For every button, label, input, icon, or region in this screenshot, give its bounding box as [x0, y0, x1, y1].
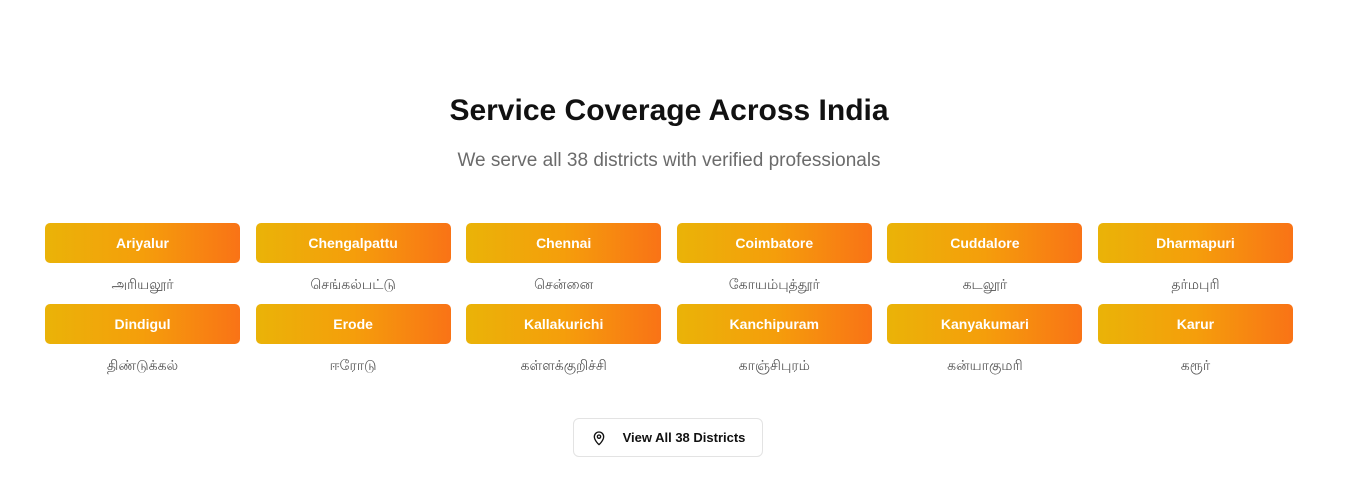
service-coverage-section: Service Coverage Across India We serve a…: [0, 0, 1369, 478]
district-card: Ariyalur அரியலூர்: [45, 223, 240, 295]
district-card: Kallakurichi கள்ளக்குறிச்சி: [466, 304, 662, 376]
district-tamil-name: திண்டுக்கல்: [106, 358, 179, 374]
district-button[interactable]: Ariyalur: [45, 223, 240, 263]
district-button[interactable]: Dindigul: [45, 304, 240, 344]
district-card: Chennai சென்னை: [466, 223, 662, 295]
district-tamil-name: காஞ்சிபுரம்: [738, 358, 810, 374]
district-card: Cuddalore கடலூர்: [887, 223, 1083, 295]
district-tamil-name: கடலூர்: [962, 277, 1008, 293]
district-card: Dharmapuri தர்மபுரி: [1097, 223, 1293, 295]
district-button[interactable]: Chengalpattu: [255, 223, 451, 263]
district-grid: Ariyalur அரியலூர் Chengalpattu செங்கல்பட…: [45, 223, 1293, 376]
section-subtitle: We serve all 38 districts with verified …: [457, 150, 881, 171]
district-card: Dindigul திண்டுக்கல்: [45, 304, 240, 376]
district-card: Coimbatore கோயம்புத்தூர்: [676, 223, 872, 295]
view-all-label: View All 38 Districts: [622, 430, 746, 445]
district-button[interactable]: Kallakurichi: [466, 304, 662, 344]
district-button[interactable]: Coimbatore: [676, 223, 872, 263]
district-button[interactable]: Kanchipuram: [676, 304, 872, 344]
map-pin-icon: [591, 430, 607, 446]
district-card: Karur கரூர்: [1097, 304, 1293, 376]
section-title: Service Coverage Across India: [449, 94, 889, 127]
district-tamil-name: சென்னை: [534, 277, 594, 293]
district-tamil-name: கோயம்புத்தூர்: [728, 277, 820, 293]
view-all-districts-button[interactable]: View All 38 Districts: [573, 418, 763, 457]
district-tamil-name: தர்மபுரி: [1171, 277, 1220, 293]
district-tamil-name: கன்யாகுமரி: [947, 358, 1023, 374]
district-tamil-name: செங்கல்பட்டு: [310, 277, 396, 293]
district-tamil-name: அரியலூர்: [111, 277, 174, 293]
district-tamil-name: கரூர்: [1180, 358, 1211, 374]
district-button[interactable]: Kanyakumari: [887, 304, 1083, 344]
district-card: Chengalpattu செங்கல்பட்டு: [255, 223, 451, 295]
district-tamil-name: கள்ளக்குறிச்சி: [520, 358, 607, 374]
district-button[interactable]: Cuddalore: [887, 223, 1083, 263]
district-button[interactable]: Erode: [255, 304, 451, 344]
district-button[interactable]: Karur: [1097, 304, 1293, 344]
district-card: Erode ஈரோடு: [255, 304, 451, 376]
district-button[interactable]: Dharmapuri: [1097, 223, 1293, 263]
district-tamil-name: ஈரோடு: [329, 358, 377, 374]
district-card: Kanyakumari கன்யாகுமரி: [887, 304, 1083, 376]
district-button[interactable]: Chennai: [466, 223, 662, 263]
district-card: Kanchipuram காஞ்சிபுரம்: [676, 304, 872, 376]
